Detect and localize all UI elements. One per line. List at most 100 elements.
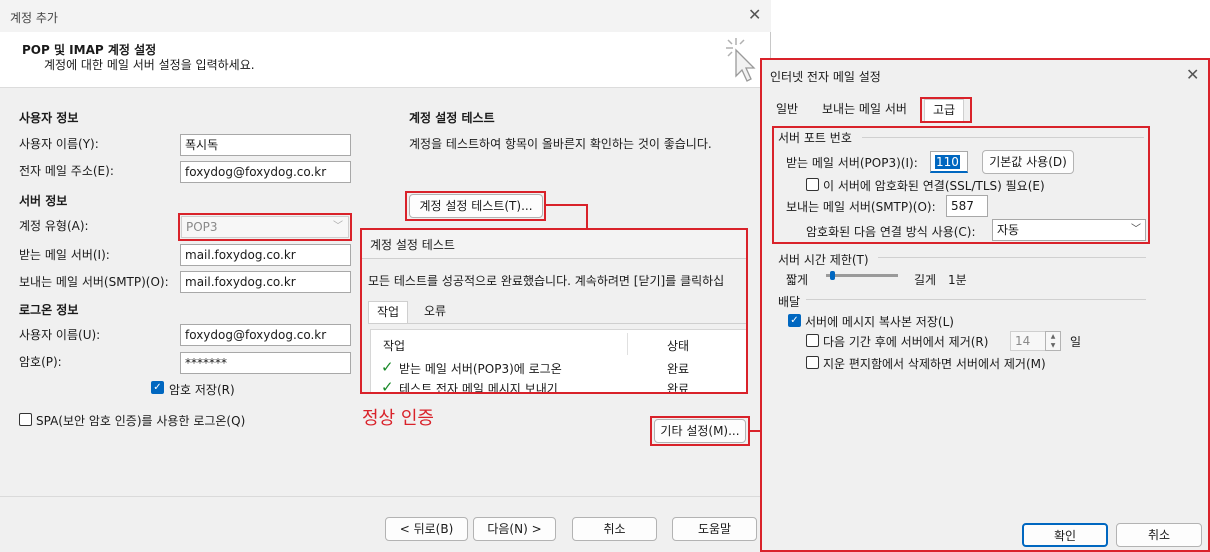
add-account-dialog: 계정 추가 ✕ POP 및 IMAP 계정 설정 계정에 대한 메일 서버 설정… [0,0,771,552]
incoming-server-label: 받는 메일 서버(I): [19,248,110,262]
dialog-title: 계정 추가 [10,11,58,25]
timeout-short-label: 짧게 [786,273,809,287]
test-account-button[interactable]: 계정 설정 테스트(T)... [409,194,543,218]
login-user-label: 사용자 이름(U): [19,328,101,342]
tab-errors[interactable]: 오류 [416,301,454,323]
outgoing-port-input[interactable]: 587 [946,195,988,217]
outgoing-server-label: 보내는 메일 서버(SMTP)(O): [19,275,169,289]
encryption-value: 자동 [997,223,1020,237]
column-header-status: 상태 [667,339,690,353]
column-divider [627,333,628,355]
use-defaults-button[interactable]: 기본값 사용(D) [982,150,1074,174]
user-name-input[interactable]: 폭시독 [180,134,351,156]
save-password-checkbox[interactable]: ✓ [151,381,164,394]
timeout-slider-track[interactable] [826,274,898,277]
remove-after-checkbox[interactable] [806,334,819,347]
chevron-down-icon: ﹀ [333,221,343,232]
spa-checkbox[interactable] [19,413,32,426]
tab-outgoing-server[interactable]: 보내는 메일 서버 [814,99,915,121]
divider [878,257,1146,258]
incoming-port-value: 110 [935,155,960,169]
email-label: 전자 메일 주소(E): [19,164,114,178]
user-name-label: 사용자 이름(Y): [19,137,99,151]
check-icon: ✓ [381,358,394,376]
tab-advanced[interactable]: 고급 [924,99,965,121]
cancel-button[interactable]: 취소 [572,517,657,541]
days-input[interactable]: 14 [1010,331,1046,351]
remove-after-label: 다음 기간 후에 서버에서 제거(R) [823,335,989,349]
test-message: 모든 테스트를 성공적으로 완료했습니다. 계속하려면 [닫기]를 클릭하십 [368,274,725,288]
save-password-label: 암호 저장(R) [169,383,235,397]
connector-line [586,204,588,229]
more-settings-button[interactable]: 기타 설정(M)... [654,419,746,443]
incoming-port-label: 받는 메일 서버(POP3)(I): [786,156,918,170]
section-server-info: 서버 정보 [19,194,68,208]
outgoing-port-label: 보내는 메일 서버(SMTP)(O): [786,200,936,214]
close-icon[interactable]: ✕ [1186,65,1199,84]
login-user-input[interactable]: foxydog@foxydog.co.kr [180,324,351,346]
table-row[interactable]: ✓ 테스트 전자 메일 메시지 보내기 완료 [371,376,746,394]
encryption-select[interactable]: 자동 ﹀ [992,219,1146,241]
encryption-label: 암호화된 다음 연결 방식 사용(C): [806,225,976,239]
timeout-slider-thumb[interactable] [830,271,835,280]
header-panel: POP 및 IMAP 계정 설정 계정에 대한 메일 서버 설정을 입력하세요. [0,32,770,88]
wizard-sparkle-icon [726,38,756,82]
incoming-port-input[interactable]: 110 [930,151,968,173]
connector-line [546,204,588,206]
tab-tasks[interactable]: 작업 [368,301,409,323]
next-button[interactable]: 다음(N) > [473,517,556,541]
section-login-info: 로그온 정보 [19,303,79,317]
back-button[interactable]: < 뒤로(B) [385,517,468,541]
timeout-long-label: 길게 [914,273,937,287]
internet-email-settings-dialog: 인터넷 전자 메일 설정 ✕ 일반 보내는 메일 서버 고급 서버 포트 번호 … [760,58,1210,552]
remove-deleted-label: 지운 편지함에서 삭제하면 서버에서 제거(M) [823,357,1046,371]
spa-label: SPA(보안 암호 인증)를 사용한 로그온(Q) [36,414,246,428]
ssl-checkbox[interactable] [806,178,819,191]
check-icon: ✓ [381,378,394,394]
leave-copy-label: 서버에 메시지 복사본 저장(L) [805,315,954,329]
task-name: 받는 메일 서버(POP3)에 로그온 [399,362,562,376]
header-subtitle: 계정에 대한 메일 서버 설정을 입력하세요. [44,58,255,72]
chevron-down-icon: ﹀ [1131,224,1141,235]
tab-general[interactable]: 일반 [768,99,806,121]
title-bar: 계정 추가 ✕ [0,0,771,32]
ok-button[interactable]: 확인 [1022,523,1108,547]
help-button[interactable]: 도움말 [672,517,757,541]
section-test-settings: 계정 설정 테스트 [409,111,495,125]
section-delivery: 배달 [778,295,801,309]
account-type-label: 계정 유형(A): [19,219,89,233]
timeout-value: 1분 [948,273,967,287]
task-status: 완료 [667,382,690,394]
days-stepper[interactable]: ▲ ▼ [1045,331,1061,351]
ssl-label: 이 서버에 암호화된 연결(SSL/TLS) 필요(E) [823,179,1045,193]
section-user-info: 사용자 정보 [19,111,79,125]
test-results-panel: 계정 설정 테스트 모든 테스트를 성공적으로 완료했습니다. 계속하려면 [닫… [360,228,748,394]
annotation-label: 정상 인증 [362,408,434,429]
task-status: 완료 [667,362,690,376]
account-type-select[interactable]: POP3 ﹀ [181,216,349,238]
inet-dialog-title: 인터넷 전자 메일 설정 [770,70,881,84]
table-row[interactable]: ✓ 받는 메일 서버(POP3)에 로그온 완료 [371,356,746,378]
test-results-table: 작업 상태 ✓ 받는 메일 서버(POP3)에 로그온 완료 ✓ 테스트 전자 … [370,329,746,394]
password-label: 암호(P): [19,355,62,369]
divider [368,323,746,324]
days-unit: 일 [1070,335,1082,349]
column-header-task: 작업 [383,339,406,353]
section-server-timeout: 서버 시간 제한(T) [778,253,869,267]
test-panel-title: 계정 설정 테스트 [370,238,455,252]
section-server-ports: 서버 포트 번호 [778,131,852,145]
divider [806,299,1146,300]
divider [862,137,1144,138]
inet-cancel-button[interactable]: 취소 [1116,523,1202,547]
task-name: 테스트 전자 메일 메시지 보내기 [399,382,558,394]
leave-copy-checkbox[interactable]: ✓ [788,314,801,327]
divider [362,258,746,259]
password-input[interactable]: ******* [180,352,351,374]
outgoing-server-input[interactable]: mail.foxydog.co.kr [180,271,351,293]
account-type-value: POP3 [186,220,218,234]
divider [0,496,770,497]
remove-deleted-checkbox[interactable] [806,356,819,369]
incoming-server-input[interactable]: mail.foxydog.co.kr [180,244,351,266]
email-input[interactable]: foxydog@foxydog.co.kr [180,161,351,183]
close-icon[interactable]: ✕ [748,5,761,24]
